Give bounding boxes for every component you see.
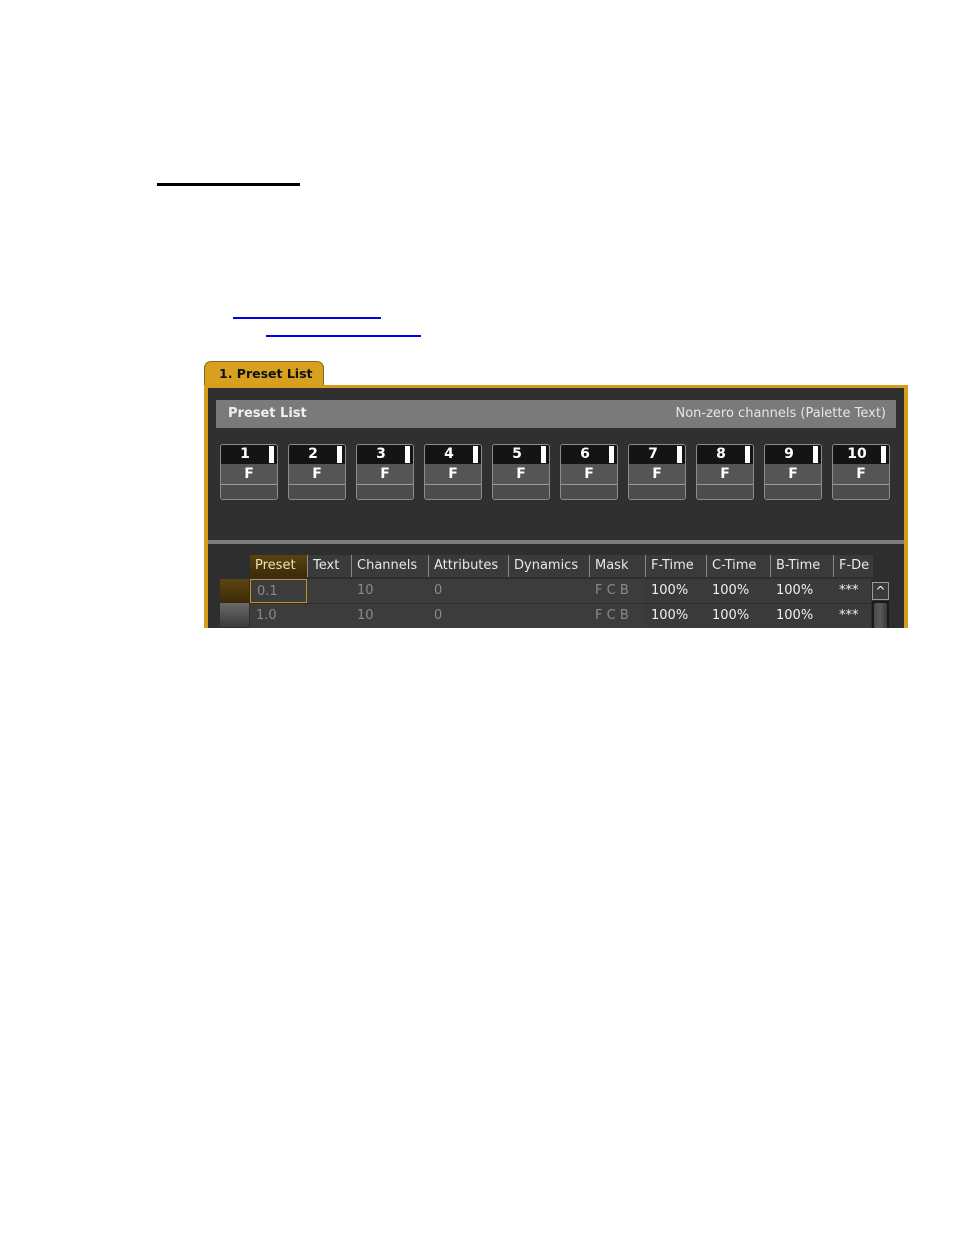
preset-label <box>833 485 889 499</box>
preset-button-3[interactable]: 3F <box>356 444 414 500</box>
section-heading-rule <box>157 183 300 186</box>
tab-preset-list[interactable]: 1. Preset List <box>204 361 324 386</box>
preset-label <box>221 485 277 499</box>
preset-buttons: 1F 2F 3F 4F 5F 6F 7F 8F 9F 10 F <box>220 444 894 502</box>
preset-button-5[interactable]: 5F <box>492 444 550 500</box>
preset-mode: F <box>765 464 821 485</box>
cell-b-time[interactable]: 100% <box>770 579 833 603</box>
cell-f-delay[interactable]: *** <box>833 579 871 603</box>
preset-mode: F <box>833 464 889 485</box>
cell-f-delay[interactable]: *** <box>833 604 871 628</box>
cell-c-time[interactable]: 100% <box>706 579 770 603</box>
preset-button-10[interactable]: 10 F <box>832 444 890 500</box>
window-subtitle: Non-zero channels (Palette Text) <box>675 406 886 421</box>
cell-preset[interactable]: 1.0 <box>250 604 307 628</box>
column-dynamics[interactable]: Dynamics <box>508 555 589 577</box>
column-c-time[interactable]: C-Time <box>706 555 770 577</box>
preset-mode: F <box>697 464 753 485</box>
preset-label <box>493 485 549 499</box>
preset-button-2[interactable]: 2F <box>288 444 346 500</box>
preset-label <box>765 485 821 499</box>
cell-f-time[interactable]: 100% <box>645 579 706 603</box>
tab-label: 1. Preset List <box>219 366 313 381</box>
preset-indicator <box>405 446 410 463</box>
window-title: Preset List <box>228 406 307 421</box>
cell-attributes[interactable]: 0 <box>428 604 508 628</box>
cell-dynamics[interactable] <box>508 604 589 628</box>
preset-mode: F <box>561 464 617 485</box>
preset-button-4[interactable]: 4F <box>424 444 482 500</box>
preset-indicator <box>609 446 614 463</box>
window-header: Preset List Non-zero channels (Palette T… <box>216 400 896 428</box>
preset-indicator <box>337 446 342 463</box>
preset-indicator <box>813 446 818 463</box>
cell-text[interactable] <box>307 579 351 603</box>
preset-button-6[interactable]: 6F <box>560 444 618 500</box>
cell-dynamics[interactable] <box>508 579 589 603</box>
cell-channels[interactable]: 10 <box>351 604 428 628</box>
preset-indicator <box>745 446 750 463</box>
preset-mode: F <box>493 464 549 485</box>
document-link-1[interactable] <box>233 317 381 319</box>
document-link-2[interactable] <box>266 335 421 337</box>
preset-indicator <box>269 446 274 463</box>
column-f-time[interactable]: F-Time <box>645 555 706 577</box>
preset-mode: F <box>629 464 685 485</box>
cell-preset[interactable]: 0.1 <box>250 579 307 603</box>
cell-f-time[interactable]: 100% <box>645 604 706 628</box>
preset-indicator <box>473 446 478 463</box>
preset-list-window: Preset List Non-zero channels (Palette T… <box>204 385 908 628</box>
preset-indicator <box>541 446 546 463</box>
preset-mode: F <box>425 464 481 485</box>
preset-label <box>697 485 753 499</box>
preset-label <box>629 485 685 499</box>
row-handle[interactable] <box>220 579 249 603</box>
row-handle[interactable] <box>220 603 249 627</box>
preset-label <box>357 485 413 499</box>
cell-b-time[interactable]: 100% <box>770 604 833 628</box>
column-preset[interactable]: Preset <box>250 555 307 577</box>
preset-indicator <box>881 446 886 463</box>
column-text[interactable]: Text <box>307 555 351 577</box>
cell-c-time[interactable]: 100% <box>706 604 770 628</box>
preset-table: Preset Text Channels Attributes Dynamics… <box>208 544 904 628</box>
window-body: Preset List Non-zero channels (Palette T… <box>208 388 904 628</box>
cell-text[interactable] <box>307 604 351 628</box>
preset-button-1[interactable]: 1F <box>220 444 278 500</box>
column-f-delay[interactable]: F-De <box>833 555 873 577</box>
cell-mask[interactable]: F C B <box>589 604 645 628</box>
preset-button-8[interactable]: 8F <box>696 444 754 500</box>
cell-mask[interactable]: F C B <box>589 579 645 603</box>
column-channels[interactable]: Channels <box>351 555 428 577</box>
column-attributes[interactable]: Attributes <box>428 555 508 577</box>
preset-button-9[interactable]: 9F <box>764 444 822 500</box>
preset-mode: F <box>357 464 413 485</box>
preset-mode: F <box>221 464 277 485</box>
column-mask[interactable]: Mask <box>589 555 645 577</box>
preset-label <box>289 485 345 499</box>
chevron-up-icon: ^ <box>875 584 886 598</box>
preset-label <box>425 485 481 499</box>
scrollbar-thumb[interactable] <box>874 603 887 628</box>
scroll-up-button[interactable]: ^ <box>872 582 889 600</box>
cell-channels[interactable]: 10 <box>351 579 428 603</box>
preset-mode: F <box>289 464 345 485</box>
column-b-time[interactable]: B-Time <box>770 555 833 577</box>
preset-button-7[interactable]: 7F <box>628 444 686 500</box>
preset-label <box>561 485 617 499</box>
scrollbar[interactable] <box>872 601 889 628</box>
preset-indicator <box>677 446 682 463</box>
cell-attributes[interactable]: 0 <box>428 579 508 603</box>
